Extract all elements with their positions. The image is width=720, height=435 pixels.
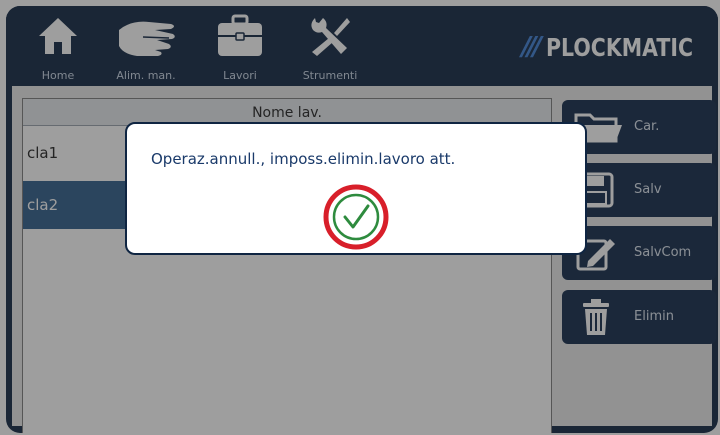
- alert-dialog: Operaz.annull., imposs.elimin.lavoro att…: [125, 122, 587, 255]
- ok-button[interactable]: [316, 184, 396, 250]
- checkmark-icon: [323, 184, 389, 250]
- dialog-message: Operaz.annull., imposs.elimin.lavoro att…: [151, 150, 456, 168]
